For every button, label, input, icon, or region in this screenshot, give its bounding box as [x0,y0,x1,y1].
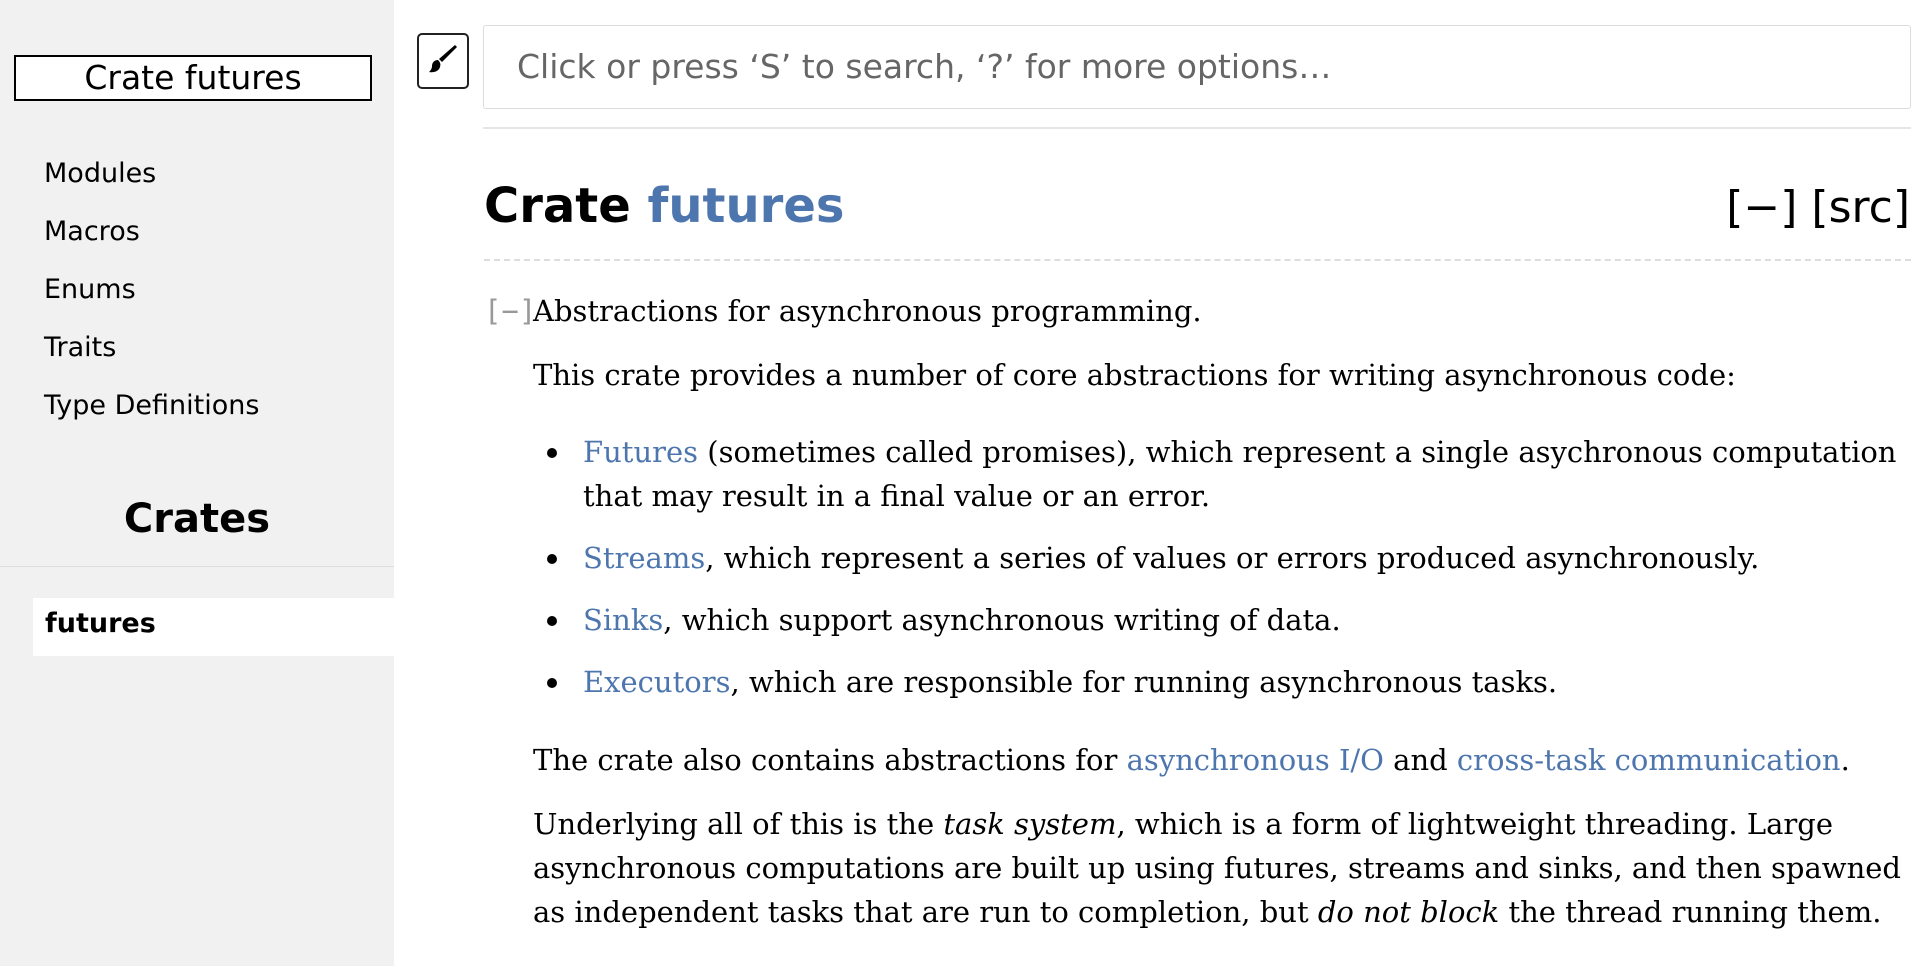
bullet-text: , which are responsible for running asyn… [730,665,1558,699]
list-item: Futures (sometimes called promises), whi… [533,430,1913,518]
paintbrush-icon [428,43,458,80]
title-divider [484,259,1911,261]
page-title: Crate futures [484,178,844,234]
crates-heading: Crates [123,496,271,542]
async-io-link[interactable]: asynchronous I/O [1127,743,1384,777]
page-title-prefix: Crate [484,178,648,234]
doc-paragraph-intro: This crate provides a number of core abs… [533,358,1736,392]
executors-link[interactable]: Executors [583,665,730,699]
paragraph-text: Underlying all of this is the [533,807,944,841]
streams-link[interactable]: Streams [583,541,705,575]
sidebar-item-traits[interactable]: Traits [44,329,259,387]
search-divider [483,127,1911,129]
sidebar-crate-title[interactable]: Crate futures [14,55,372,101]
sidebar-item-modules[interactable]: Modules [44,155,259,213]
search-input[interactable]: Click or press ‘S’ to search, ‘?’ for mo… [483,25,1911,109]
page-title-crate-name[interactable]: futures [648,178,845,234]
emphasis-task-system: task system [943,807,1117,841]
collapse-all-button[interactable]: [−] [1726,182,1797,233]
sidebar: Crate futures Modules Macros Enums Trait… [0,0,394,966]
doc-paragraph-io: The crate also contains abstractions for… [533,738,1850,782]
crate-item-futures[interactable]: futures [33,598,394,656]
bullet-text: , which represent a series of values or … [705,541,1760,575]
emphasis-do-not-block: do not block [1317,895,1500,929]
theme-picker-button[interactable] [417,33,469,89]
sidebar-item-enums[interactable]: Enums [44,271,259,329]
sidebar-item-macros[interactable]: Macros [44,213,259,271]
sinks-link[interactable]: Sinks [583,603,663,637]
sidebar-nav: Modules Macros Enums Traits Type Definit… [44,155,259,445]
futures-link[interactable]: Futures [583,435,698,469]
doc-paragraph-task-system: Underlying all of this is the task syste… [533,802,1913,934]
bullet-text: , which support asynchronous writing of … [663,603,1341,637]
doc-summary: Abstractions for asynchronous programmin… [533,294,1202,328]
src-link[interactable]: [src] [1811,182,1910,233]
bullet-text: (sometimes called promises), which repre… [583,435,1897,513]
list-item: Executors, which are responsible for run… [533,660,1913,704]
doc-bullet-list: Futures (sometimes called promises), whi… [533,430,1913,722]
paragraph-text: and [1383,743,1457,777]
paragraph-text: . [1840,743,1850,777]
cross-task-communication-link[interactable]: cross-task communication [1457,743,1841,777]
list-item: Sinks, which support asynchronous writin… [533,598,1913,642]
crates-divider [0,566,394,567]
doc-collapse-toggle[interactable]: [−] [484,294,536,328]
list-item: Streams, which represent a series of val… [533,536,1913,580]
sidebar-item-type-definitions[interactable]: Type Definitions [44,387,259,445]
title-controls: [−] [src] [1726,182,1910,233]
paragraph-text: the thread running them. [1499,895,1882,929]
paragraph-text: The crate also contains abstractions for [533,743,1127,777]
